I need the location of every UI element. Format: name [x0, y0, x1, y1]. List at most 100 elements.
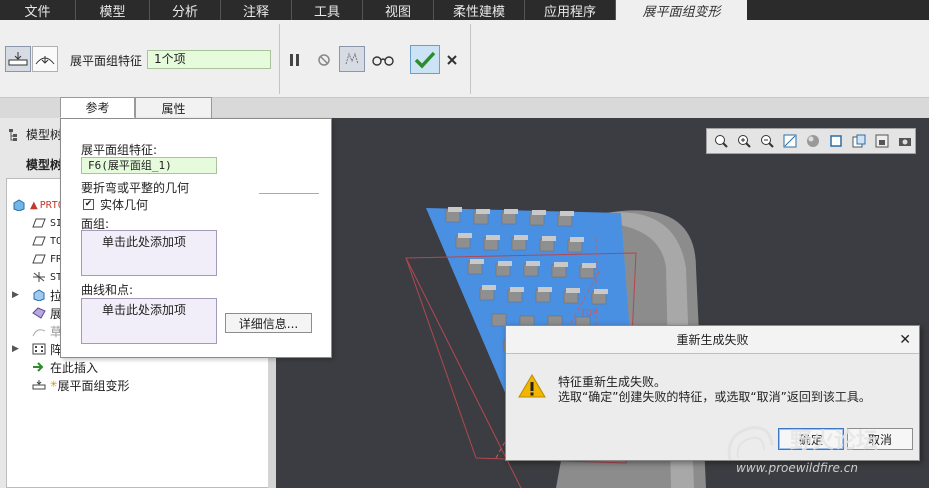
zoom-out-icon — [760, 135, 774, 148]
model-tree-title: 模型树 — [26, 128, 63, 142]
geometry-caption: 要折弯或平整的几何 — [81, 181, 190, 195]
divider — [259, 193, 319, 194]
tree-item-part[interactable]: ▲ PRT0 — [12, 196, 64, 214]
datum-plane-icon — [32, 253, 46, 265]
menu-tab-analysis[interactable]: 分析 — [150, 0, 221, 20]
part-icon — [12, 199, 26, 211]
close-icon[interactable]: ✕ — [899, 332, 911, 348]
watermark-text: 野火论坛 — [790, 429, 879, 454]
tree-item-label: 在此插入 — [50, 360, 99, 375]
solid-geometry-option[interactable]: ✔ 实体几何 — [83, 196, 148, 213]
tree-item-datum-front[interactable]: FR — [32, 250, 62, 268]
close-icon — [447, 55, 457, 65]
coordinate-system-icon — [32, 271, 46, 283]
expand-arrow-icon[interactable]: ▶ — [12, 344, 19, 354]
menu-tab-flatten-quilt-deform[interactable]: 展平面组变形 — [616, 0, 747, 20]
tab-references[interactable]: 参考 — [60, 97, 135, 118]
flatten-surface-icon — [8, 52, 28, 66]
checkmark-icon — [414, 51, 436, 69]
menu-tab-model[interactable]: 模型 — [76, 0, 150, 20]
menu-bar: 文件 模型 分析 注释 工具 视图 柔性建模 应用程序 展平面组变形 — [0, 0, 929, 20]
camera-icon — [899, 138, 912, 146]
menu-tab-annotate[interactable]: 注释 — [221, 0, 292, 20]
menu-tab-file[interactable]: 文件 — [0, 0, 76, 20]
dialog-message-line2: 选取“确定”创建失败的特征，或选取“取消”返回到该工具。 — [558, 390, 871, 404]
datum-plane-icon — [32, 217, 46, 229]
quilt-collector[interactable]: 单击此处添加项 — [81, 230, 217, 276]
tree-item-pattern[interactable]: ▶ 阵 — [12, 340, 62, 358]
tree-item-flatten-quilt[interactable]: 展 — [32, 304, 62, 322]
flatten-feature-caption: 展平面组特征: — [81, 143, 158, 157]
pause-icon — [290, 54, 299, 66]
repaint-button[interactable] — [780, 131, 799, 151]
curves-caption: 曲线和点: — [81, 283, 134, 297]
insert-here-arrow-icon — [32, 361, 46, 373]
sketch-icon — [32, 325, 46, 337]
dialog-title-bar: 重新生成失败 ✕ — [506, 326, 919, 354]
glasses-icon — [372, 56, 394, 66]
model-tree-icon — [9, 128, 17, 141]
tree-item-insert-here[interactable]: 在此插入 — [32, 358, 98, 376]
tree-item-flatten-deform[interactable]: ✳ 展平面组变形 — [32, 376, 130, 394]
flatten-deform-icon — [32, 379, 46, 391]
preview-button[interactable] — [339, 46, 365, 72]
flatten-feature-collector[interactable]: 1个项 — [147, 50, 271, 69]
tree-item-label: 展平面组变形 — [57, 378, 130, 393]
view-toolbar — [706, 128, 916, 154]
refit-button[interactable] — [711, 131, 730, 151]
warning-icon — [518, 374, 546, 401]
bend-mode-button[interactable] — [32, 46, 58, 72]
tree-item-datum-side[interactable]: SI — [32, 214, 62, 232]
ribbon-separator — [279, 24, 280, 94]
spin-center-button[interactable] — [896, 131, 915, 151]
flatten-feature-field[interactable]: F6(展平面组_1) — [81, 157, 217, 174]
display-style-button[interactable] — [803, 131, 822, 151]
menu-tab-applications[interactable]: 应用程序 — [525, 0, 616, 20]
warning-mark-icon: ▲ — [30, 199, 38, 211]
no-preview-button[interactable] — [315, 50, 333, 70]
new-feature-mark-icon: ✳ — [50, 380, 58, 390]
menu-tab-tools[interactable]: 工具 — [292, 0, 363, 20]
view-manager-icon — [852, 134, 866, 148]
menu-tab-flexible-modeling[interactable]: 柔性建模 — [434, 0, 525, 20]
solid-geometry-label: 实体几何 — [100, 198, 149, 212]
curves-collector[interactable]: 单击此处添加项 — [81, 298, 217, 344]
repaint-icon — [783, 134, 797, 148]
view-manager-button[interactable] — [850, 131, 869, 151]
tree-item-csys[interactable]: ST — [32, 268, 62, 286]
flatten-mode-button[interactable] — [5, 46, 31, 72]
tree-item-sketch[interactable]: 草 — [32, 322, 62, 340]
watermark-url: www.proewildfire.cn — [736, 461, 858, 475]
view-box-icon — [830, 135, 842, 147]
details-button[interactable]: 详细信息... — [225, 313, 312, 333]
extrude-icon — [32, 289, 46, 301]
zoom-in-icon — [737, 135, 751, 148]
ok-button[interactable] — [410, 45, 440, 74]
tree-item-datum-top[interactable]: TO — [32, 232, 62, 250]
model-tree-subheader: 模型树 — [26, 158, 63, 172]
cancel-button[interactable] — [444, 50, 460, 70]
model-tree-header: 模型树 — [8, 126, 62, 143]
tree-item-extrude[interactable]: ▶ 拉 — [12, 286, 62, 304]
ribbon-separator — [470, 24, 471, 94]
flatten-feature-label: 展平面组特征 — [70, 54, 143, 68]
zoom-fit-icon — [714, 135, 728, 148]
zoom-in-button[interactable] — [734, 131, 753, 151]
expand-arrow-icon[interactable]: ▶ — [12, 290, 19, 300]
dialog-title: 重新生成失败 — [676, 333, 749, 347]
verify-button[interactable] — [371, 50, 395, 70]
zoom-out-button[interactable] — [757, 131, 776, 151]
no-preview-icon — [318, 54, 330, 66]
references-panel: 展平面组特征: F6(展平面组_1) 要折弯或平整的几何 ✔ 实体几何 面组: … — [60, 118, 332, 358]
solid-geometry-checkbox[interactable]: ✔ — [83, 199, 94, 210]
flatten-quilt-icon — [32, 307, 46, 319]
menu-tab-view[interactable]: 视图 — [363, 0, 434, 20]
saved-orientations-button[interactable] — [827, 131, 846, 151]
pause-button[interactable] — [286, 50, 304, 70]
preview-geometry-icon — [345, 52, 359, 65]
datum-display-button[interactable] — [873, 131, 892, 151]
csys-label: TOP — [580, 308, 599, 319]
shaded-sphere-icon — [806, 135, 819, 147]
bend-surface-icon — [35, 56, 55, 65]
tab-properties[interactable]: 属性 — [135, 97, 212, 118]
